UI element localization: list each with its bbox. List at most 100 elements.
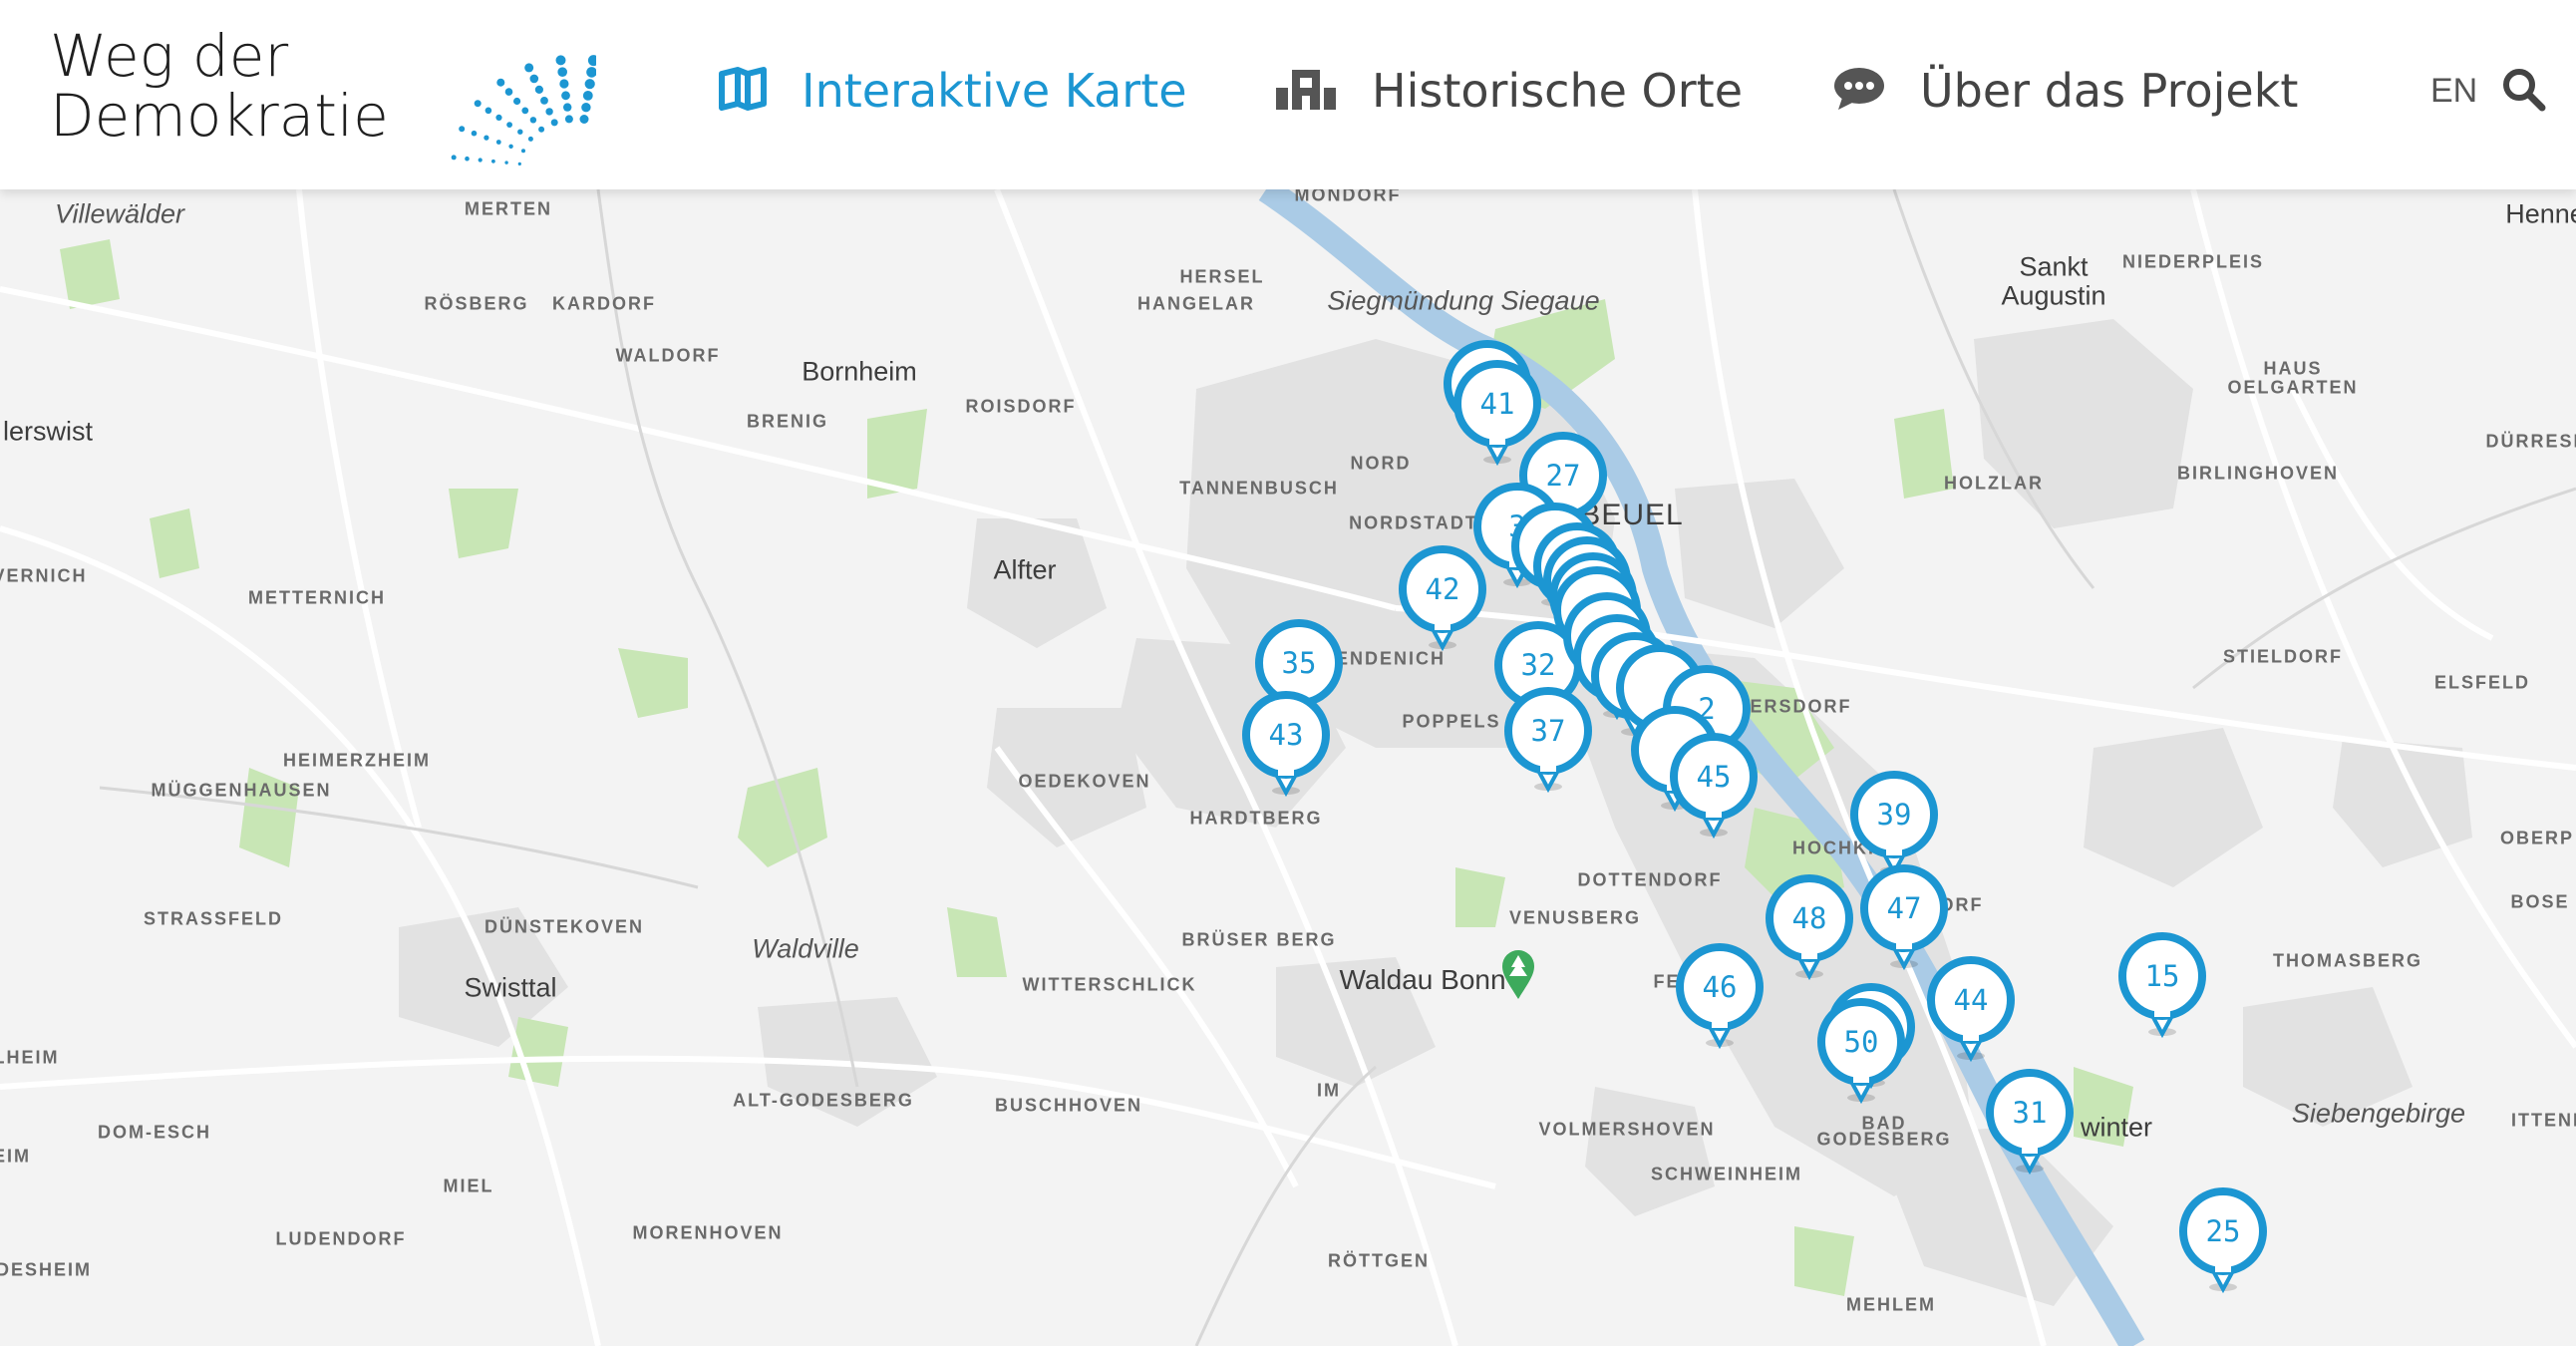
tree-poi-icon[interactable] bbox=[1500, 949, 1536, 1006]
map-label: Siegmündung Siegaue bbox=[1327, 285, 1600, 316]
map-label: STRASSFELD bbox=[143, 908, 284, 929]
map-marker[interactable]: 46 bbox=[1674, 941, 1766, 1051]
map-label: BOSE bbox=[2510, 891, 2570, 912]
map-label: ELSFELD bbox=[2433, 672, 2531, 693]
map-label: NORD bbox=[1350, 453, 1412, 474]
marker-count: 43 bbox=[1268, 718, 1304, 752]
map-label: WITTERSCHLICK bbox=[1022, 974, 1197, 995]
map-label: VENUSBERG bbox=[1508, 907, 1642, 928]
site-header: Weg der Demokratie Interaktive Karte His… bbox=[0, 0, 2576, 189]
map-label: HAUS bbox=[2263, 358, 2323, 379]
map-label: MIEL bbox=[443, 1176, 494, 1196]
map-label: Henne bbox=[2505, 198, 2576, 229]
map-marker[interactable]: 44 bbox=[1925, 954, 2017, 1064]
book-map-icon bbox=[718, 66, 768, 117]
map-label: Waldville bbox=[752, 933, 859, 964]
map-label: Villewälder bbox=[54, 198, 185, 229]
map-label: HOLZLAR bbox=[1944, 473, 2044, 494]
map-label: ALT-GODESBERG bbox=[733, 1090, 914, 1111]
map-marker[interactable]: 45 bbox=[1668, 731, 1760, 841]
map-label: Augustin bbox=[2001, 280, 2106, 311]
map-marker[interactable]: 15 bbox=[2116, 930, 2208, 1040]
map-label: MEHLEM bbox=[1846, 1294, 1936, 1315]
map-label: MONDORF bbox=[1294, 189, 1402, 205]
map-marker[interactable]: 48 bbox=[1764, 872, 1855, 982]
map-label: Waldau Bonn bbox=[1339, 964, 1506, 995]
site-logo[interactable]: Weg der Demokratie bbox=[50, 20, 596, 169]
map-label: OLLHEIM bbox=[0, 1047, 60, 1068]
map-marker[interactable]: 31 bbox=[1984, 1067, 2076, 1177]
marker-count: 47 bbox=[1886, 891, 1922, 925]
marker-count: 31 bbox=[2012, 1096, 2048, 1130]
map-label: MÜGGENHAUSEN bbox=[151, 780, 332, 801]
map-label: OEDEKOVEN bbox=[1018, 771, 1151, 792]
nav-label: Über das Projekt bbox=[1920, 64, 2299, 118]
map-label: DESHEIM bbox=[0, 1259, 93, 1280]
map-label: SCHWEINHEIM bbox=[1651, 1164, 1802, 1184]
map-label: Swisttal bbox=[464, 972, 557, 1003]
nav-label: Interaktive Karte bbox=[802, 64, 1187, 118]
map-label: GODESBERG bbox=[1816, 1129, 1952, 1150]
speech-bubble-icon bbox=[1832, 66, 1886, 117]
map-label: POPPELS bbox=[1402, 711, 1501, 732]
marker-count: 44 bbox=[1953, 983, 1989, 1017]
map-label: winter bbox=[2080, 1112, 2153, 1143]
map-marker[interactable]: 42 bbox=[1397, 543, 1488, 653]
nav-ueber-das-projekt[interactable]: Über das Projekt bbox=[1832, 56, 2298, 126]
map-label: HEIMERZHEIM bbox=[283, 750, 431, 771]
marker-count: 46 bbox=[1702, 970, 1738, 1004]
marker-count: 50 bbox=[1843, 1025, 1879, 1059]
map-label: NIEDERPLEIS bbox=[2121, 251, 2265, 272]
map-label: OELGARTEN bbox=[2227, 377, 2359, 398]
map-marker[interactable]: 43 bbox=[1240, 689, 1332, 799]
logo-text: Weg der Demokratie bbox=[50, 26, 389, 146]
map-label: VERNICH bbox=[0, 565, 88, 586]
map-label: MERTEN bbox=[465, 198, 552, 219]
map-label: BRÜSER BERG bbox=[1181, 929, 1337, 950]
buildings-icon bbox=[1274, 66, 1338, 117]
nav-label: Historische Orte bbox=[1372, 64, 1743, 118]
map-label: BIRLINGHOVEN bbox=[2176, 463, 2340, 484]
map-label: HANGELAR bbox=[1137, 293, 1255, 314]
map-label: DOTTENDORF bbox=[1577, 869, 1723, 890]
marker-count: 45 bbox=[1696, 760, 1732, 794]
map-label: IM bbox=[1317, 1080, 1341, 1101]
nav-interaktive-karte[interactable]: Interaktive Karte bbox=[718, 56, 1187, 126]
marker-count: 25 bbox=[2205, 1214, 2241, 1248]
map-label: Alfter bbox=[993, 554, 1057, 585]
map-label: VOLMERSHOVEN bbox=[1538, 1119, 1716, 1140]
map-label: HARDTBERG bbox=[1189, 808, 1323, 829]
language-switch-en[interactable]: EN bbox=[2430, 72, 2477, 111]
map-marker[interactable]: 50 bbox=[1815, 996, 1907, 1106]
map-label: lerswist bbox=[2, 416, 94, 447]
logo-line-2: Demokratie bbox=[50, 82, 389, 150]
map-label: Sankt bbox=[2019, 251, 2089, 282]
map-label: Bornheim bbox=[802, 356, 917, 387]
map-label: THOMASBERG bbox=[2273, 950, 2422, 971]
marker-count: 15 bbox=[2144, 959, 2180, 993]
map-label: ROISDORF bbox=[965, 396, 1077, 417]
map-marker[interactable]: 37 bbox=[1502, 685, 1594, 795]
map-marker[interactable]: 25 bbox=[2177, 1185, 2269, 1295]
map-label: KARDORF bbox=[552, 293, 656, 314]
map-label: NORDSTADT bbox=[1349, 512, 1478, 533]
map-label: RÖTTGEN bbox=[1328, 1250, 1430, 1271]
map-label: TANNENBUSCH bbox=[1179, 478, 1339, 499]
map-label: STIELDORF bbox=[2223, 646, 2343, 667]
map-label: MORENHOVEN bbox=[632, 1222, 784, 1243]
search-icon[interactable] bbox=[2500, 66, 2546, 117]
map-label: LUDENDORF bbox=[275, 1228, 407, 1249]
nav-historische-orte[interactable]: Historische Orte bbox=[1274, 56, 1743, 126]
map-label: HERSEL bbox=[1179, 266, 1265, 287]
map-label: DÜRRESB bbox=[2485, 431, 2576, 452]
map-label: Siebengebirge bbox=[2291, 1098, 2466, 1129]
map-label: EIM bbox=[0, 1146, 32, 1167]
map-label: DÜNSTEKOVEN bbox=[483, 916, 645, 937]
marker-count: 39 bbox=[1876, 798, 1912, 832]
marker-count: 37 bbox=[1530, 714, 1566, 748]
map-label: ITTENBACH bbox=[2511, 1110, 2576, 1131]
logo-line-1: Weg der bbox=[50, 22, 289, 90]
map-label: DOM-ESCH bbox=[98, 1122, 211, 1143]
interactive-map[interactable]: Villewälder MERTEN MONDORF Henne HERSEL Siegm… bbox=[0, 189, 2576, 1346]
logo-dots-icon bbox=[451, 55, 596, 166]
